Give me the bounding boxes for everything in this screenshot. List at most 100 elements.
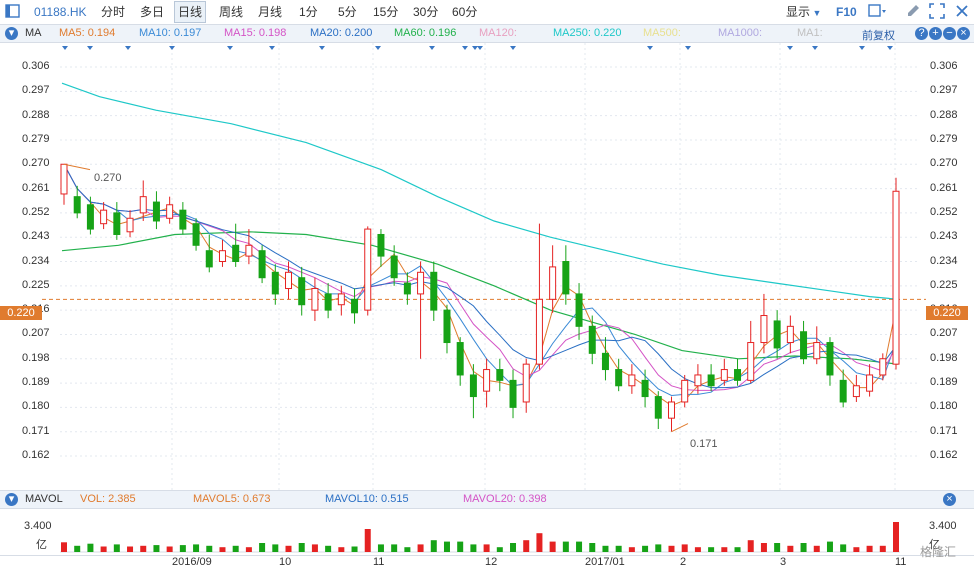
event-marker-icon [62,46,68,50]
volume-bar [774,543,781,552]
ma15-line [63,163,897,391]
high-leader-line [63,163,91,171]
vol-unit-left: 亿 [36,539,47,551]
price-tick-right: 0.306 [930,60,958,72]
price-tick-left: 0.270 [22,157,50,170]
ma5-line [63,163,897,407]
volume-bar [443,541,450,552]
pencil-icon[interactable] [904,2,922,20]
volume-bar [510,543,517,552]
volume-bar [259,543,266,552]
candle-body [337,293,345,306]
event-marker-icon [429,46,435,50]
help-icon[interactable]: ? [915,27,928,40]
volume-close-icon[interactable]: × [943,493,956,506]
candle-body [813,342,821,360]
tab-30min[interactable]: 30分 [413,0,438,24]
candle-body [298,277,306,306]
price-tick-right: 0.162 [930,449,958,461]
candle-body [443,309,451,344]
event-marker-icon [510,46,516,50]
candle-body [139,196,147,214]
volume-chart[interactable] [0,508,974,555]
price-tick-right: 0.288 [930,108,958,121]
volume-bar [298,543,305,552]
volume-bar [272,544,279,552]
candle-body [535,298,543,365]
volume-bar [351,546,358,552]
volume-bar [285,545,292,552]
volume-bar [325,545,332,552]
high-annotation: 0.270 [94,172,122,184]
candle-body [892,190,900,365]
event-marker-icon [125,46,131,50]
candle-body [483,369,491,392]
tab-fenshi[interactable]: 分时 [101,0,125,24]
remove-icon[interactable]: − [943,27,956,40]
candle-body [126,217,134,233]
tab-1min[interactable]: 1分 [299,0,318,24]
volume-bar [523,540,530,552]
price-tick-right: 0.189 [930,376,958,389]
volume-bar [391,544,398,552]
candle-body [786,325,794,344]
tab-yuexian[interactable]: 月线 [258,0,282,24]
ma1000-value: MA1000: [718,27,763,39]
price-tick-left: 0.288 [22,108,50,121]
candle-body [720,369,728,381]
vol-axis-left: 3.400 [24,520,52,532]
candle-body [562,261,570,295]
volume-bar [813,545,820,552]
price-tick-left: 0.261 [22,181,50,194]
event-marker-icon [227,46,233,50]
candle-body [86,204,94,230]
fullscreen-icon[interactable] [928,2,946,20]
volume-bar [61,542,67,552]
ma250-value: MA250: 0.220 [553,27,622,39]
volume-bar [483,544,490,552]
candle-body [417,271,425,295]
price-tick-right: 0.252 [930,205,958,218]
candle-body [549,266,557,300]
ma120-value: MA120: [479,27,517,39]
candle-body [324,293,332,311]
price-tick-left: 0.306 [22,60,50,72]
add-icon[interactable]: + [929,27,942,40]
volume-bar [74,545,81,552]
tab-60min[interactable]: 60分 [452,0,477,24]
tab-5min[interactable]: 5分 [338,0,357,24]
candle-body [588,325,596,354]
price-chart[interactable] [0,43,974,491]
volume-bar [893,522,899,552]
chevron-down-icon[interactable]: ▾ [5,27,18,40]
caret-down-icon: ▼ [810,8,822,18]
price-tick-right: 0.198 [930,351,958,364]
volume-bar [615,545,622,552]
close-icon[interactable] [953,2,971,20]
price-tick-left: 0.297 [22,84,50,97]
vol-value: VOL: 2.385 [80,493,136,505]
tab-rixian[interactable]: 日线 [174,1,207,23]
tab-15min[interactable]: 15分 [373,0,398,24]
event-marker-icon [375,46,381,50]
price-tick-right: 0.270 [930,157,958,170]
volume-bar [866,545,873,552]
price-tick-left: 0.180 [22,400,50,413]
volume-bar [747,540,754,552]
display-menu[interactable]: 显示 ▼ [786,0,821,24]
volume-bar [338,547,345,552]
square-select-icon[interactable] [867,2,886,20]
candle-body [285,271,293,290]
time-label: 2017/01 [585,556,625,568]
restore-button[interactable]: 前复权 [862,27,895,43]
volume-chevron-icon[interactable]: ▾ [5,493,18,506]
close-ma-icon[interactable]: × [957,27,970,40]
tab-duori[interactable]: 多日 [140,0,164,24]
volume-bar [655,544,662,552]
f10-button[interactable]: F10 [836,0,857,24]
window-icon[interactable] [4,2,22,20]
tab-zhouxian[interactable]: 周线 [219,0,243,24]
event-marker-icon [859,46,865,50]
volume-bar [800,543,807,552]
candle-body [852,385,860,398]
